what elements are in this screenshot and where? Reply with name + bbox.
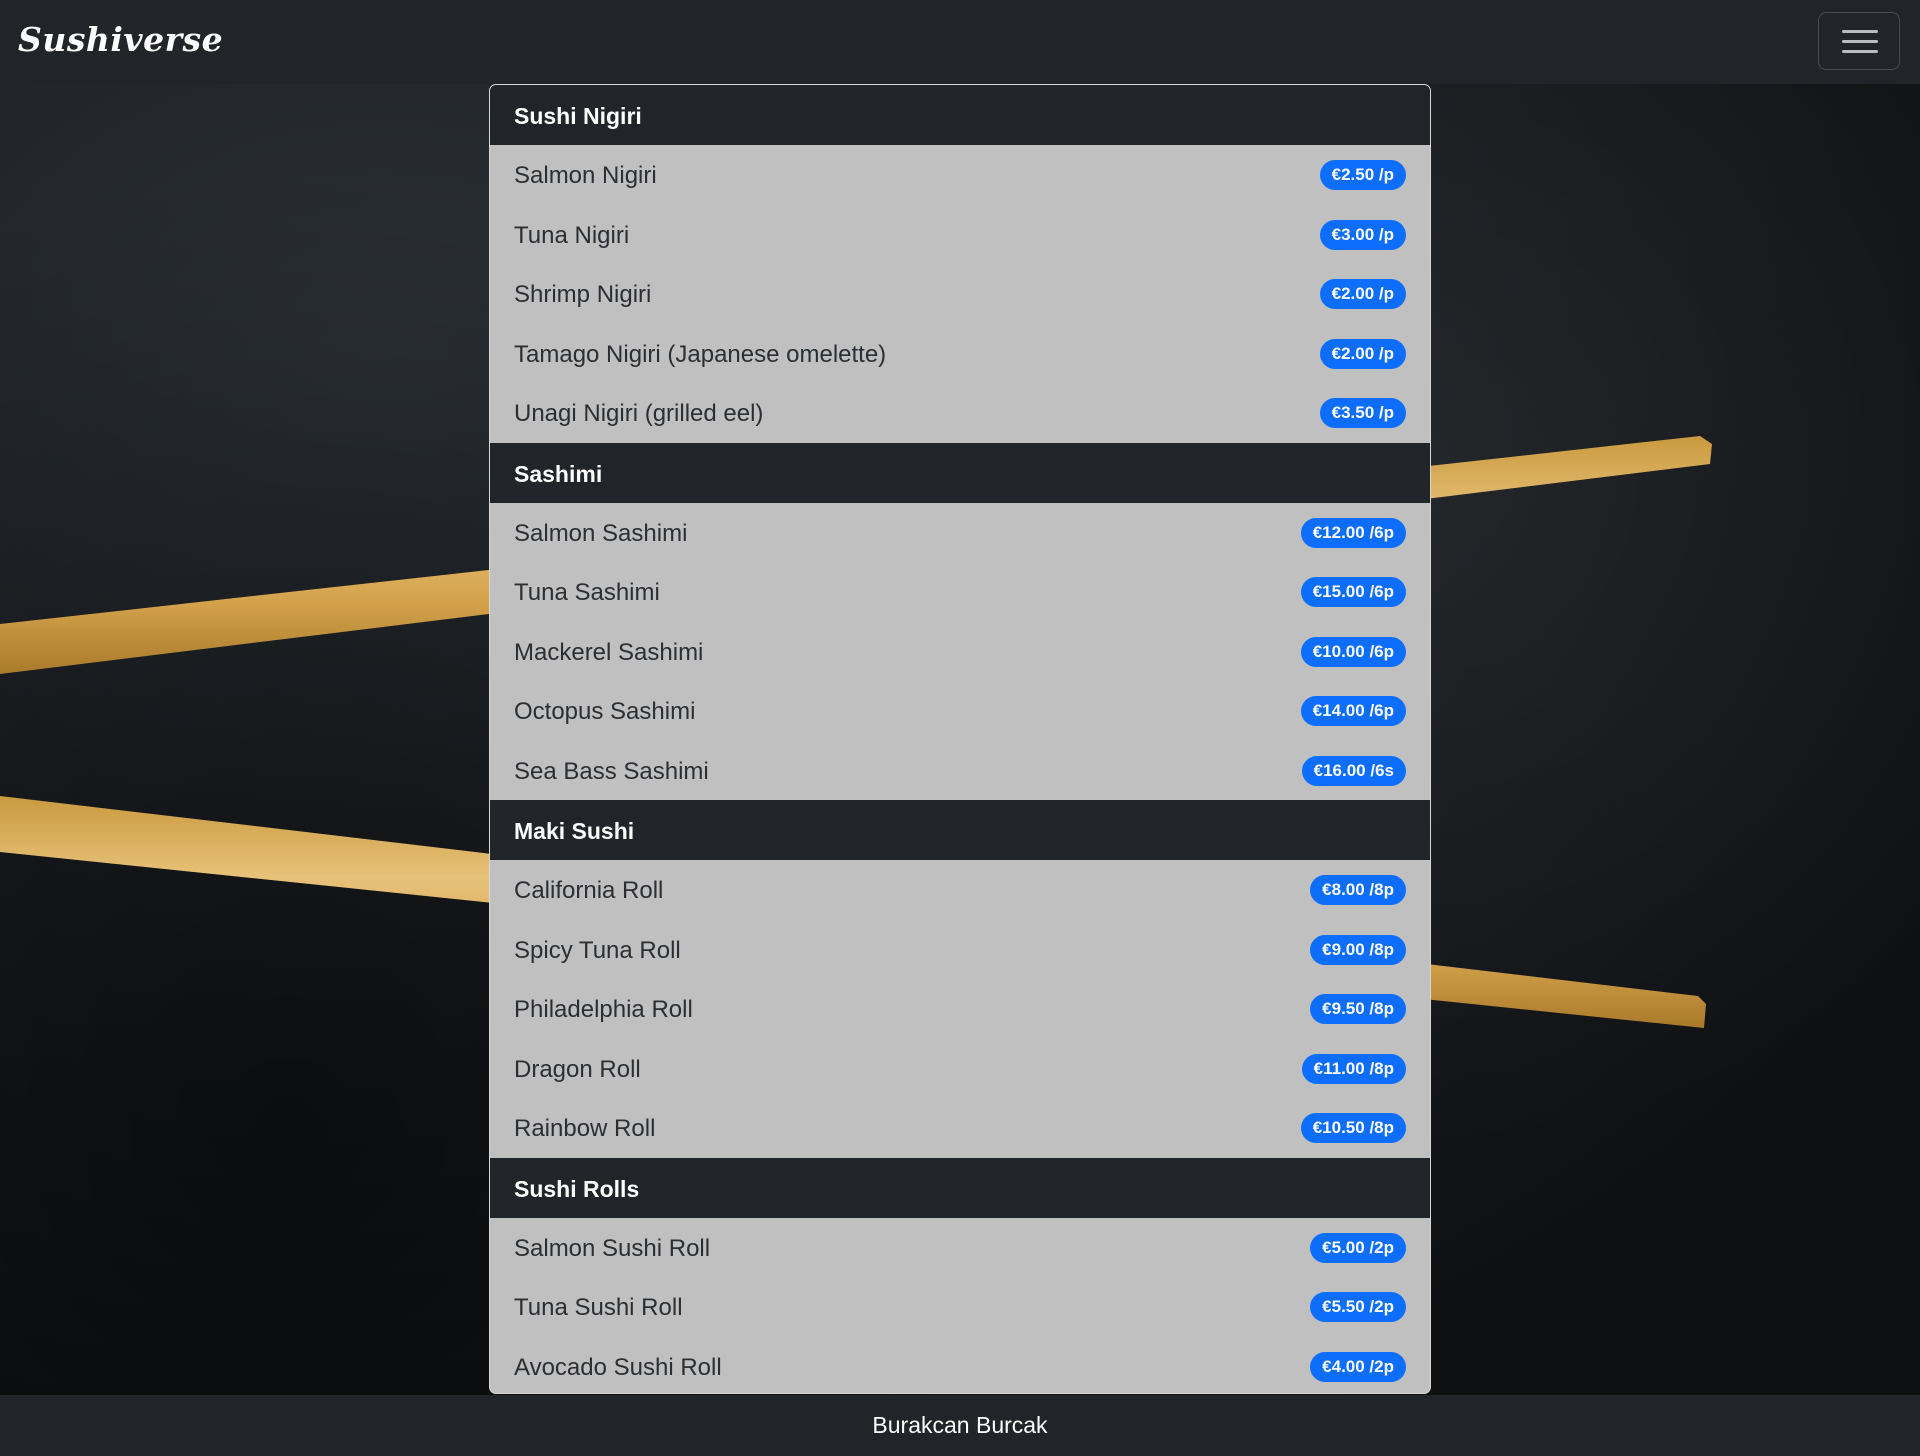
list-item: Avocado Sushi Roll €4.00 /2p (490, 1336, 1430, 1393)
price-badge: €3.00 /p (1319, 219, 1406, 250)
footer-author: Burakcan Burcak (872, 1412, 1048, 1438)
price-badge: €2.50 /p (1319, 160, 1406, 190)
navbar: Sushiverse (0, 0, 1920, 84)
section-header: Sushi Rolls (490, 1157, 1430, 1218)
list-item: Unagi Nigiri (grilled eel) €3.50 /p (490, 383, 1430, 443)
list-item: Sea Bass Sashimi €16.00 /6s (490, 740, 1430, 800)
price-badge: €9.00 /8p (1310, 934, 1406, 965)
price-badge: €11.00 /8p (1301, 1053, 1406, 1084)
list-item: Rainbow Roll €10.50 /8p (490, 1098, 1430, 1158)
item-name: Tuna Sashimi (514, 579, 660, 606)
hamburger-icon-bar (1842, 50, 1878, 53)
menu-toggle-button[interactable] (1818, 12, 1900, 70)
item-name: Spicy Tuna Roll (514, 936, 681, 964)
item-name: Tamago Nigiri (Japanese omelette) (514, 340, 887, 368)
list-item: Shrimp Nigiri €2.00 /p (490, 264, 1430, 324)
item-name: Avocado Sushi Roll (514, 1353, 722, 1381)
section-header: Sushi Nigiri (490, 85, 1430, 145)
price-badge: €2.00 /p (1319, 338, 1406, 369)
item-name: Salmon Sashimi (514, 519, 688, 547)
list-item: Salmon Sashimi €12.00 /6p (490, 502, 1430, 562)
brand-logo[interactable]: Sushiverse (18, 20, 223, 59)
item-name: Tuna Sushi Roll (514, 1294, 683, 1321)
price-badge: €4.00 /2p (1310, 1351, 1406, 1382)
item-name: Philadelphia Roll (514, 996, 693, 1023)
price-badge: €10.50 /8p (1300, 1113, 1406, 1143)
list-item: Tuna Sushi Roll €5.50 /2p (490, 1277, 1430, 1337)
price-badge: €8.00 /8p (1310, 875, 1406, 905)
section-header: Maki Sushi (490, 800, 1430, 860)
list-item: Tamago Nigiri (Japanese omelette) €2.00 … (490, 323, 1430, 383)
price-badge: €9.50 /8p (1310, 994, 1406, 1024)
list-item: Mackerel Sashimi €10.00 /6p (490, 621, 1430, 681)
price-badge: €10.00 /6p (1300, 636, 1406, 667)
menu-card: Sushi Nigiri Salmon Nigiri €2.50 /p Tuna… (489, 84, 1431, 1394)
item-name: Salmon Nigiri (514, 162, 657, 189)
price-badge: €16.00 /6s (1301, 755, 1406, 786)
list-item: Tuna Sashimi €15.00 /6p (490, 562, 1430, 622)
price-badge: €5.50 /2p (1310, 1292, 1406, 1322)
item-name: Salmon Sushi Roll (514, 1234, 711, 1262)
price-badge: €3.50 /p (1319, 398, 1406, 428)
item-name: Rainbow Roll (514, 1115, 656, 1142)
list-item: Salmon Sushi Roll €5.00 /2p (490, 1217, 1430, 1277)
list-item: Dragon Roll €11.00 /8p (490, 1038, 1430, 1098)
item-name: Mackerel Sashimi (514, 638, 704, 666)
item-name: Sea Bass Sashimi (514, 757, 709, 785)
item-name: Dragon Roll (514, 1055, 641, 1083)
item-name: Tuna Nigiri (514, 221, 630, 249)
list-item: Tuna Nigiri €3.00 /p (490, 204, 1430, 264)
section-header: Sashimi (490, 442, 1430, 503)
list-item: California Roll €8.00 /8p (490, 860, 1430, 920)
price-badge: €2.00 /p (1319, 279, 1406, 309)
footer: Burakcan Burcak (0, 1395, 1920, 1456)
hamburger-icon-bar (1842, 40, 1878, 43)
item-name: Shrimp Nigiri (514, 281, 652, 308)
hamburger-icon (1842, 30, 1878, 33)
list-item: Salmon Nigiri €2.50 /p (490, 145, 1430, 205)
list-item: Philadelphia Roll €9.50 /8p (490, 979, 1430, 1039)
price-badge: €15.00 /6p (1300, 577, 1406, 607)
price-badge: €5.00 /2p (1310, 1232, 1406, 1263)
price-badge: €14.00 /6p (1300, 696, 1406, 726)
item-name: Unagi Nigiri (grilled eel) (514, 400, 764, 427)
price-badge: €12.00 /6p (1300, 517, 1406, 548)
item-name: Octopus Sashimi (514, 698, 696, 725)
list-item: Spicy Tuna Roll €9.00 /8p (490, 919, 1430, 979)
list-item: Octopus Sashimi €14.00 /6p (490, 681, 1430, 741)
item-name: California Roll (514, 877, 664, 904)
